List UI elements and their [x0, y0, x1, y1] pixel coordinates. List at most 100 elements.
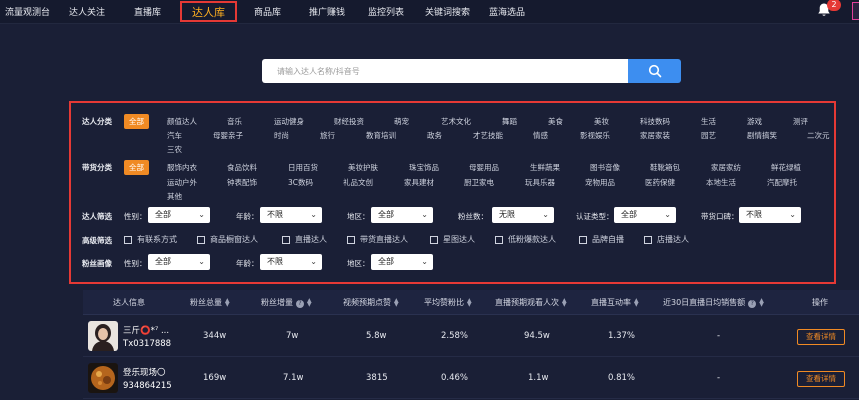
- category-option[interactable]: 二次元: [807, 130, 830, 141]
- nav-item-followed[interactable]: 达人关注: [69, 5, 105, 18]
- goods-option[interactable]: 宠物用品: [585, 177, 615, 188]
- advanced-checkbox[interactable]: 直播达人: [282, 234, 327, 245]
- goods-option[interactable]: 医药保健: [645, 177, 675, 188]
- column-header-sortable[interactable]: 直播互动率 ▲ ▼: [591, 297, 639, 308]
- nav-item-monitor[interactable]: 监控列表: [368, 5, 404, 18]
- gender-select[interactable]: 全部 ⌄: [148, 207, 210, 223]
- goods-option[interactable]: 鞋靴箱包: [650, 162, 680, 173]
- advanced-checkbox[interactable]: 星图达人: [430, 234, 475, 245]
- influencer-id: 934864215: [123, 381, 172, 391]
- category-option[interactable]: 艺术文化: [441, 116, 471, 127]
- verify-type-select[interactable]: 全部 ⌄: [614, 207, 676, 223]
- category-option[interactable]: 舞蹈: [502, 116, 517, 127]
- nav-item-live[interactable]: 直播库: [134, 5, 161, 18]
- nav-item-promote[interactable]: 推广赚钱: [309, 5, 345, 18]
- goods-option[interactable]: 家居家纺: [711, 162, 741, 173]
- age-select[interactable]: 不限 ⌄: [260, 207, 322, 223]
- advanced-checkbox[interactable]: 店播达人: [644, 234, 689, 245]
- goods-option[interactable]: 服饰内衣: [167, 162, 197, 173]
- column-header-sortable[interactable]: 直播预期观看人次 ▲ ▼: [495, 297, 567, 308]
- column-header-sortable[interactable]: 粉丝增量? ▲ ▼: [261, 297, 312, 308]
- view-details-button[interactable]: 查看详情: [797, 329, 845, 345]
- category-option[interactable]: 三农: [167, 144, 182, 155]
- nav-item-products[interactable]: 商品库: [254, 5, 281, 18]
- reputation-select[interactable]: 不限 ⌄: [739, 207, 801, 223]
- category-option[interactable]: 剧情搞笑: [747, 130, 777, 141]
- sort-icon: ▲ ▼: [634, 296, 639, 308]
- column-header-sortable[interactable]: 视频预期点赞 ▲ ▼: [343, 297, 399, 308]
- fans-gender-select[interactable]: 全部 ⌄: [148, 254, 210, 270]
- category-option[interactable]: 影视娱乐: [580, 130, 610, 141]
- goods-option[interactable]: 本地生活: [706, 177, 736, 188]
- goods-option[interactable]: 厨卫家电: [464, 177, 494, 188]
- goods-option[interactable]: 食品饮料: [227, 162, 257, 173]
- search-button[interactable]: [628, 59, 681, 83]
- category-option[interactable]: 萌宠: [394, 116, 409, 127]
- category-option[interactable]: 音乐: [227, 116, 242, 127]
- region-select[interactable]: 全部 ⌄: [371, 207, 433, 223]
- column-header-sortable[interactable]: 近30日直播日均销售额? ▲ ▼: [663, 297, 764, 308]
- advanced-checkbox[interactable]: 有联系方式: [124, 234, 177, 245]
- category-option[interactable]: 运动健身: [274, 116, 304, 127]
- goods-option[interactable]: 日用百货: [288, 162, 318, 173]
- nav-item-keyword[interactable]: 关键词搜索: [425, 5, 470, 18]
- column-header-sortable[interactable]: 粉丝总量 ▲ ▼: [190, 297, 230, 308]
- goods-option[interactable]: 汽配摩托: [767, 177, 797, 188]
- category-option[interactable]: 政务: [427, 130, 442, 141]
- category-option[interactable]: 科技数码: [640, 116, 670, 127]
- goods-option[interactable]: 其他: [167, 191, 182, 202]
- nav-item-influencers[interactable]: 达人库: [180, 1, 237, 22]
- view-details-button[interactable]: 查看详情: [797, 371, 845, 387]
- category-option[interactable]: 教育培训: [366, 130, 396, 141]
- advanced-checkbox[interactable]: 商品橱窗达人: [197, 234, 258, 245]
- category-option[interactable]: 游戏: [747, 116, 762, 127]
- category-option[interactable]: 生活: [701, 116, 716, 127]
- advanced-checkbox[interactable]: 低粉爆款达人: [495, 234, 556, 245]
- influencer-name[interactable]: 登乐现场〇: [123, 366, 166, 378]
- table-row[interactable]: 登乐现场〇 934864215 169w 7.1w 3815 0.46% 1.1…: [83, 357, 859, 399]
- goods-option[interactable]: 3C数码: [288, 177, 313, 188]
- advanced-checkbox[interactable]: 带货直播达人: [347, 234, 408, 245]
- goods-option[interactable]: 图书音像: [590, 162, 620, 173]
- goods-filter-label: 带货分类: [82, 163, 112, 172]
- category-option[interactable]: 颜值达人: [167, 116, 197, 127]
- nav-item-traffic[interactable]: 流量观测台: [5, 5, 50, 18]
- category-option[interactable]: 时尚: [274, 130, 289, 141]
- search-input[interactable]: [262, 59, 628, 83]
- nav-item-blue-ocean[interactable]: 蓝海选品: [489, 5, 525, 18]
- table-row[interactable]: 三斤⭕*⁷ ... Tx0317888 344w 7w 5.8w 2.58% 9…: [83, 315, 859, 357]
- goods-option[interactable]: 全部: [124, 160, 149, 175]
- fans-region-select[interactable]: 全部 ⌄: [371, 254, 433, 270]
- category-option[interactable]: 才艺技能: [473, 130, 503, 141]
- goods-option[interactable]: 玩具乐器: [525, 177, 555, 188]
- category-option[interactable]: 园艺: [701, 130, 716, 141]
- fans-count-select[interactable]: 无限 ⌄: [492, 207, 554, 223]
- category-option[interactable]: 测评: [793, 116, 808, 127]
- category-option[interactable]: 情感: [533, 130, 548, 141]
- category-option[interactable]: 家居家装: [640, 130, 670, 141]
- goods-option[interactable]: 珠宝饰品: [409, 162, 439, 173]
- avatar[interactable]: [88, 321, 118, 351]
- goods-option[interactable]: 运动户外: [167, 177, 197, 188]
- goods-option[interactable]: 家具建材: [404, 177, 434, 188]
- goods-option[interactable]: 鲜花绿植: [771, 162, 801, 173]
- category-option[interactable]: 美食: [548, 116, 563, 127]
- goods-option[interactable]: 美妆护肤: [348, 162, 378, 173]
- category-option[interactable]: 汽车: [167, 130, 182, 141]
- category-option[interactable]: 财经投资: [334, 116, 364, 127]
- category-option[interactable]: 旅行: [320, 130, 335, 141]
- side-tab[interactable]: [852, 2, 859, 20]
- goods-option[interactable]: 母婴用品: [469, 162, 499, 173]
- column-header-sortable[interactable]: 平均赞粉比 ▲ ▼: [424, 297, 472, 308]
- goods-option[interactable]: 钟表配饰: [227, 177, 257, 188]
- category-option[interactable]: 美妆: [594, 116, 609, 127]
- chevron-down-icon: ⌄: [310, 210, 317, 219]
- advanced-checkbox[interactable]: 品牌自播: [579, 234, 624, 245]
- goods-option[interactable]: 礼品文创: [343, 177, 373, 188]
- category-option[interactable]: 母婴亲子: [213, 130, 243, 141]
- influencer-name[interactable]: 三斤⭕*⁷ ...: [123, 324, 169, 336]
- fans-age-select[interactable]: 不限 ⌄: [260, 254, 322, 270]
- category-option[interactable]: 全部: [124, 114, 149, 129]
- avatar[interactable]: [88, 363, 118, 393]
- goods-option[interactable]: 生鲜蔬果: [530, 162, 560, 173]
